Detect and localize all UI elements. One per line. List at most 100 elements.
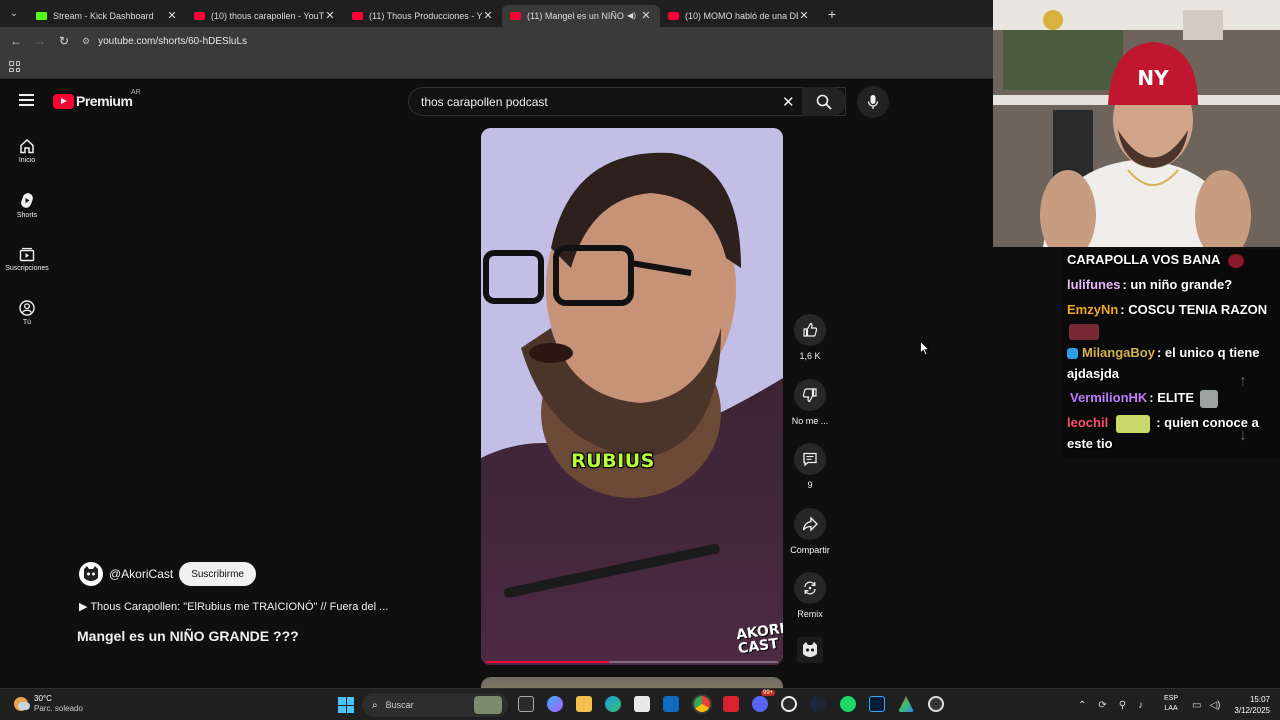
app-triangle-icon[interactable] xyxy=(898,696,914,712)
nav-item-tu[interactable]: Tú xyxy=(0,300,54,326)
chat-text: : COSCU TENIA RAZON xyxy=(1120,302,1268,317)
tab-thous-carapollen[interactable]: (10) thous carapollen - YouTube ✕ xyxy=(186,5,344,27)
remix-button[interactable]: Remix xyxy=(789,572,831,619)
sync-icon[interactable]: ⟳ xyxy=(1098,700,1106,711)
taskbar-clock[interactable]: 15:07 3/12/2025 xyxy=(1220,694,1270,716)
channel-name[interactable]: @AkoriCast xyxy=(109,567,173,581)
arrow-up-icon[interactable]: ↑ xyxy=(1233,373,1253,391)
nav-item-inicio[interactable]: Inicio xyxy=(0,138,54,164)
tab-momo[interactable]: (10) MOMO habló de una DELIRA ✕ xyxy=(660,5,818,27)
video-caption: RUBIUS xyxy=(571,450,655,472)
svg-text:NY: NY xyxy=(1137,66,1169,90)
obs-icon[interactable] xyxy=(928,696,944,712)
dislike-button[interactable]: No me ... xyxy=(789,379,831,426)
outlook-icon[interactable] xyxy=(663,696,679,712)
edge-icon[interactable] xyxy=(605,696,621,712)
clear-search-icon[interactable]: ✕ xyxy=(782,93,795,111)
search-highlight-icon xyxy=(474,696,502,714)
nav-item-suscripciones[interactable]: Suscripciones xyxy=(0,246,54,272)
photoshop-icon[interactable] xyxy=(869,696,885,712)
weather-widget[interactable]: 30°C Parc. soleado xyxy=(14,694,83,714)
chat-username: lulifunes xyxy=(1067,277,1121,292)
remix-icon xyxy=(804,581,816,595)
taskbar-search[interactable]: ⌕ Buscar xyxy=(362,693,508,717)
bookmarks-bar xyxy=(0,55,993,79)
channel-avatar[interactable] xyxy=(79,562,103,586)
channel-avatar-small[interactable] xyxy=(797,637,823,663)
chat-text: : un niño grande? xyxy=(1122,277,1233,292)
discord-icon[interactable]: 99+ xyxy=(752,690,776,712)
voice-search-button[interactable] xyxy=(857,86,889,118)
back-icon[interactable]: ← xyxy=(4,34,28,48)
media-app-icon[interactable] xyxy=(723,696,739,712)
related-video-link[interactable]: ▶ Thous Carapollen: "ElRubius me TRAICIO… xyxy=(79,600,388,613)
steam-icon[interactable] xyxy=(810,696,826,712)
chrome-icon[interactable] xyxy=(694,696,710,712)
spotify-icon[interactable] xyxy=(840,696,856,712)
close-tab-icon[interactable]: ✕ xyxy=(324,9,336,22)
kick-icon xyxy=(36,11,47,20)
system-tray: ⌃ ⟳ ⚲ ♪ xyxy=(1078,689,1143,720)
windows-start-icon[interactable] xyxy=(338,697,354,713)
share-button[interactable]: Compartir xyxy=(789,508,831,555)
comment-icon xyxy=(803,452,817,467)
url-field[interactable]: ⚙ youtube.com/shorts/60-hDESluLs xyxy=(82,30,982,52)
tab-mangel-nino-grande[interactable]: (11) Mangel es un NIÑO GRANDE ◀) ✕ xyxy=(502,4,660,27)
copilot-icon[interactable] xyxy=(547,696,563,712)
temperature: 30°C xyxy=(34,694,52,703)
search-button[interactable] xyxy=(802,87,846,116)
chat-username: leochil xyxy=(1067,415,1109,430)
site-info-icon[interactable]: ⚙ xyxy=(82,36,90,47)
volume-icon: ◁) xyxy=(1209,699,1221,711)
close-tab-icon[interactable]: ✕ xyxy=(798,9,810,22)
comments-button[interactable]: 9 xyxy=(789,443,831,490)
close-tab-icon[interactable]: ✕ xyxy=(166,9,178,22)
shorts-video-player[interactable]: RUBIUS AKORI CAST xyxy=(481,128,783,665)
mouse-cursor-icon xyxy=(920,341,930,356)
chat-text: CARAPOLLA VOS BANA xyxy=(1067,252,1220,267)
arrow-down-icon[interactable]: ↓ xyxy=(1233,427,1253,445)
you-icon xyxy=(19,300,35,316)
webcam-feed: NY xyxy=(993,0,1280,247)
network-off-icon[interactable]: ⚲ xyxy=(1119,700,1126,711)
speaker-icon[interactable]: ◀) xyxy=(627,11,636,20)
short-title: Mangel es un NIÑO GRANDE ??? xyxy=(77,628,299,644)
youtube-play-icon xyxy=(53,93,74,109)
quick-settings[interactable]: ▭ ◁) xyxy=(1192,689,1220,720)
task-view-icon[interactable] xyxy=(518,696,534,712)
like-button[interactable]: 1,6 K xyxy=(789,314,831,361)
input-language[interactable]: ESP LAA xyxy=(1164,694,1178,714)
tab-thous-producciones[interactable]: (11) Thous Producciones - YouTube ✕ xyxy=(344,5,502,27)
microphone-icon xyxy=(867,95,879,109)
emote-icon xyxy=(1199,389,1218,408)
display-icon: ▭ xyxy=(1192,699,1202,711)
apps-grid-icon[interactable] xyxy=(9,61,20,72)
subscribe-button[interactable]: Suscribirme xyxy=(179,562,256,586)
search-input[interactable] xyxy=(421,94,761,109)
video-progress-bar[interactable] xyxy=(486,661,778,663)
youtube-logo[interactable]: Premium AR xyxy=(53,89,141,109)
chevron-up-icon[interactable]: ⌃ xyxy=(1078,700,1086,711)
clock-time: 15:07 xyxy=(1249,695,1270,704)
app-g-icon[interactable] xyxy=(781,696,797,712)
forward-icon[interactable]: → xyxy=(28,34,52,48)
nav-label: Inicio xyxy=(18,157,36,164)
reload-icon[interactable]: ↻ xyxy=(52,34,76,48)
dislike-label: No me ... xyxy=(791,416,829,426)
store-icon[interactable] xyxy=(634,696,650,712)
close-tab-icon[interactable]: ✕ xyxy=(482,9,494,22)
chat-message: EmzyNn: COSCU TENIA RAZON xyxy=(1067,299,1279,341)
menu-icon[interactable] xyxy=(19,94,34,106)
country-code: AR xyxy=(131,89,141,96)
tab-kick-dashboard[interactable]: Stream - Kick Dashboard ✕ xyxy=(28,5,186,27)
like-count: 1,6 K xyxy=(799,351,821,361)
microphone-icon[interactable]: ♪ xyxy=(1138,700,1143,711)
tab-search-icon[interactable]: ⌄ xyxy=(0,0,28,27)
file-explorer-icon[interactable] xyxy=(576,696,592,712)
emote-icon xyxy=(1227,253,1244,268)
nav-item-shorts[interactable]: Shorts xyxy=(0,192,54,219)
close-tab-icon[interactable]: ✕ xyxy=(640,9,652,22)
new-tab-icon[interactable]: + xyxy=(822,6,842,22)
weather-condition: Parc. soleado xyxy=(34,704,83,713)
search-box: ✕ xyxy=(408,87,846,116)
